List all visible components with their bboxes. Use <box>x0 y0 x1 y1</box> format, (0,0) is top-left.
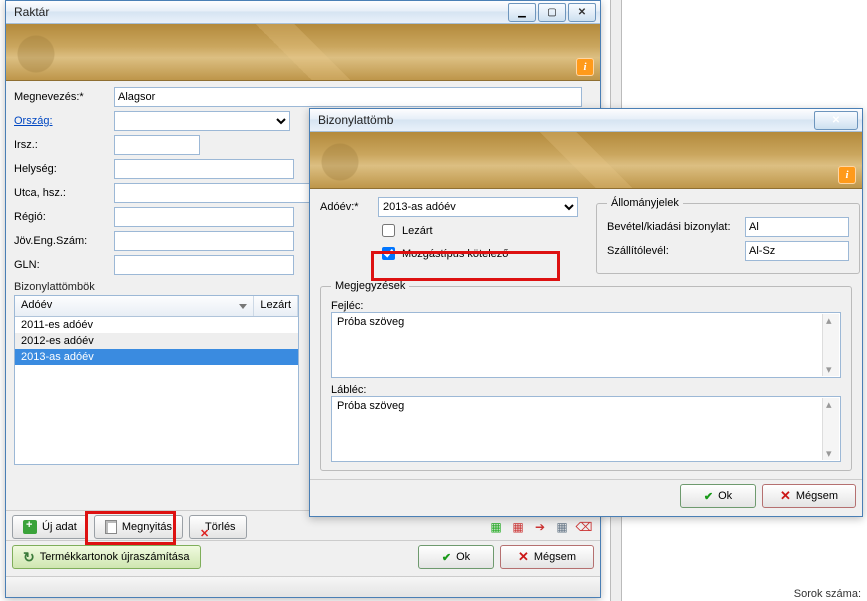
check-icon: ✔ <box>704 490 713 503</box>
statusbar-raktar <box>6 576 600 597</box>
ok-button-label: Ok <box>456 551 470 563</box>
new-button[interactable]: Új adat <box>12 515 88 539</box>
cancel-button-biz[interactable]: ✕ Mégsem <box>762 484 856 508</box>
scrollbar[interactable] <box>822 398 839 460</box>
input-megnevezes[interactable] <box>114 87 582 107</box>
col-adoev-label: Adóév <box>21 299 52 311</box>
check-icon: ✔ <box>442 551 451 564</box>
label-lablec: Lábléc: <box>331 384 841 396</box>
minimize-button[interactable]: ▁ <box>508 3 536 22</box>
checkbox-lezart[interactable] <box>382 224 395 237</box>
mini-grid-icon[interactable]: ▦ <box>554 519 570 535</box>
legend-megj: Megjegyzések <box>331 280 409 292</box>
status-row-count: Sorok száma: <box>794 588 861 600</box>
label-gln: GLN: <box>14 259 114 271</box>
open-button-label: Megnyitás <box>122 521 172 533</box>
input-gln[interactable] <box>114 255 294 275</box>
close-button-biz[interactable]: ✕ <box>814 111 858 130</box>
label-jov: Jöv.Eng.Szám: <box>14 235 114 247</box>
select-adoev[interactable]: 2013-as adóév <box>378 197 578 217</box>
info-icon[interactable]: i <box>576 58 594 76</box>
legend-allomany: Állományjelek <box>607 197 683 209</box>
titlebar-raktar[interactable]: Raktár ▁ ▢ ✕ <box>6 1 600 24</box>
label-szall: Szállítólevél: <box>607 245 745 257</box>
window-title-biz: Bizonylattömb <box>318 113 812 127</box>
delete-button[interactable]: Törlés <box>189 515 247 539</box>
label-adoev: Adóév:* <box>320 201 378 213</box>
ok-button[interactable]: ✔ Ok <box>418 545 494 569</box>
close-button[interactable]: ✕ <box>568 3 596 22</box>
open-icon <box>105 520 117 534</box>
mini-remove-icon[interactable]: ▦ <box>510 519 526 535</box>
input-bevkiad[interactable] <box>745 217 849 237</box>
mini-right-icon[interactable]: ➔ <box>532 519 548 535</box>
label-bevkiad: Bevétel/kiadási bizonylat: <box>607 221 745 233</box>
maximize-button[interactable]: ▢ <box>538 3 566 22</box>
textarea-lablec-text: Próba szöveg <box>337 400 404 412</box>
cancel-button-label: Mégsem <box>796 490 838 502</box>
ribbon-banner: i <box>6 24 600 81</box>
table-row[interactable]: 2012-es adóév <box>15 333 298 349</box>
label-megnevezes: Megnevezés:* <box>14 91 114 103</box>
open-button[interactable]: Megnyitás <box>94 515 183 539</box>
input-jov[interactable] <box>114 231 294 251</box>
checkbox-mozgas[interactable] <box>382 247 395 260</box>
input-helyseg[interactable] <box>114 159 294 179</box>
label-helyseg: Helység: <box>14 163 114 175</box>
mini-add-icon[interactable]: ▦ <box>488 519 504 535</box>
ok-button-label: Ok <box>718 490 732 502</box>
input-szall[interactable] <box>745 241 849 261</box>
recalc-button-label: Termékkartonok újraszámítása <box>40 551 190 563</box>
x-icon: ✕ <box>780 488 791 504</box>
window-bizonylattomb: Bizonylattömb ✕ i Adóév:* 2013-as adóév … <box>309 108 863 517</box>
cell: 2011-es adóév <box>21 319 93 331</box>
ribbon-banner-biz: i <box>310 132 862 189</box>
sort-down-icon <box>239 304 247 309</box>
label-fejlec: Fejléc: <box>331 300 841 312</box>
grid-bizonylattombok[interactable]: Adóév Lezárt 2011-es adóév 2012-es adóév… <box>14 295 299 465</box>
scrollbar[interactable] <box>822 314 839 376</box>
table-row[interactable]: 2013-as adóév <box>15 349 298 365</box>
cell: 2013-as adóév <box>21 351 94 363</box>
checkbox-mozgas-label: Mozgástípus kötelező <box>402 248 508 260</box>
label-utca: Utca, hsz.: <box>14 187 114 199</box>
textarea-fejlec-text: Próba szöveg <box>337 316 404 328</box>
select-orszag[interactable] <box>114 111 290 131</box>
new-button-label: Új adat <box>42 521 77 533</box>
textarea-lablec[interactable]: Próba szöveg <box>331 396 841 462</box>
col-lezart[interactable]: Lezárt <box>254 296 298 316</box>
label-regio: Régió: <box>14 211 114 223</box>
info-icon[interactable]: i <box>838 166 856 184</box>
cancel-button[interactable]: ✕ Mégsem <box>500 545 594 569</box>
ok-button-biz[interactable]: ✔ Ok <box>680 484 756 508</box>
delete-button-label: Törlés <box>205 521 236 533</box>
label-irsz: Irsz.: <box>14 139 114 151</box>
cancel-button-label: Mégsem <box>534 551 576 563</box>
refresh-icon: ↻ <box>23 549 35 566</box>
window-title: Raktár <box>14 5 506 19</box>
input-irsz[interactable] <box>114 135 200 155</box>
cell: 2012-es adóév <box>21 335 94 347</box>
mini-clear-icon[interactable]: ⌫ <box>576 519 592 535</box>
mini-toolbar: ▦ ▦ ➔ ▦ ⌫ <box>486 516 594 538</box>
textarea-fejlec[interactable]: Próba szöveg <box>331 312 841 378</box>
recalc-button[interactable]: ↻ Termékkartonok újraszámítása <box>12 545 201 569</box>
checkbox-lezart-label: Lezárt <box>402 225 433 237</box>
input-regio[interactable] <box>114 207 294 227</box>
fieldset-megj: Megjegyzések Fejléc: Próba szöveg Lábléc… <box>320 280 852 471</box>
fieldset-allomany: Állományjelek Bevétel/kiadási bizonylat:… <box>596 197 860 274</box>
x-icon: ✕ <box>518 549 529 565</box>
table-row[interactable]: 2011-es adóév <box>15 317 298 333</box>
plus-icon <box>23 520 37 534</box>
col-adoev[interactable]: Adóév <box>15 296 254 316</box>
titlebar-biz[interactable]: Bizonylattömb ✕ <box>310 109 862 132</box>
link-orszag[interactable]: Ország: <box>14 115 53 127</box>
